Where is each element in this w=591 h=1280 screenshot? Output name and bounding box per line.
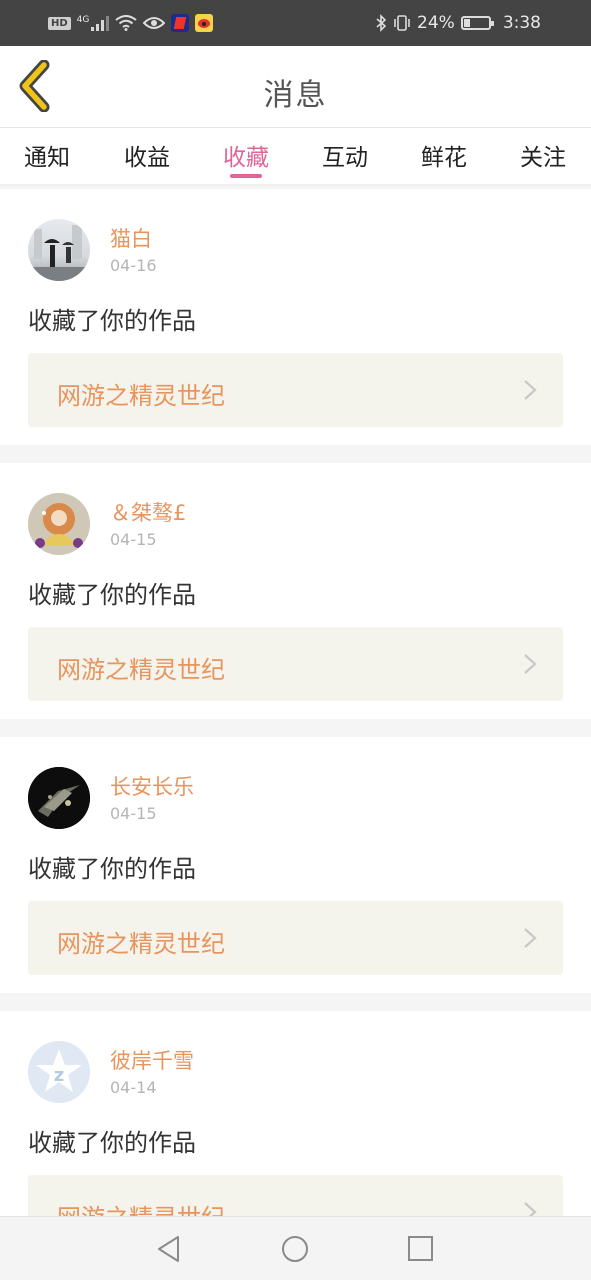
action-text: 收藏了你的作品 — [28, 1129, 196, 1157]
system-nav-bar — [0, 1216, 591, 1280]
tab-favorites[interactable]: 收藏 — [206, 138, 286, 172]
timestamp: 04-16 — [110, 256, 157, 275]
username[interactable]: 长安长乐 — [110, 771, 194, 801]
nav-home-button[interactable] — [279, 1233, 311, 1265]
nav-back-button[interactable] — [153, 1233, 185, 1265]
tab-following[interactable]: 关注 — [503, 138, 583, 172]
message-card: ＆桀骜£ 04-15 收藏了你的作品 网游之精灵世纪 — [0, 463, 591, 719]
avatar[interactable] — [28, 219, 90, 281]
tab-notifications[interactable]: 通知 — [7, 138, 87, 172]
battery-icon — [460, 16, 494, 30]
tab-flowers[interactable]: 鲜花 — [404, 138, 484, 172]
nav-back-icon — [158, 1236, 179, 1262]
bluetooth-icon — [376, 14, 387, 32]
chevron-right-icon — [524, 928, 537, 948]
tab-interactions[interactable]: 互动 — [305, 138, 385, 172]
work-title: 网游之精灵世纪 — [57, 930, 225, 958]
work-title: 网游之精灵世纪 — [57, 382, 225, 410]
avatar[interactable]: z — [28, 1041, 90, 1103]
network-label: 4G — [76, 15, 90, 25]
message-card: 长安长乐 04-15 收藏了你的作品 网游之精灵世纪 — [0, 737, 591, 993]
avatar[interactable] — [28, 493, 90, 555]
username[interactable]: 彼岸千雪 — [110, 1045, 194, 1075]
username[interactable]: ＆桀骜£ — [110, 497, 186, 527]
action-text: 收藏了你的作品 — [28, 307, 196, 335]
chevron-right-icon — [524, 654, 537, 674]
work-link[interactable]: 网游之精灵世纪 — [28, 627, 563, 701]
app-icon — [171, 14, 190, 32]
page-title: 消息 — [263, 78, 328, 113]
nav-home-icon — [282, 1236, 308, 1262]
work-link[interactable]: 网游之精灵世纪 — [28, 901, 563, 975]
eye-icon — [143, 17, 166, 29]
action-text: 收藏了你的作品 — [28, 581, 196, 609]
tab-earnings[interactable]: 收益 — [107, 138, 187, 172]
chevron-right-icon — [524, 380, 537, 400]
timestamp: 04-15 — [110, 804, 157, 823]
work-link[interactable]: 网游之精灵世纪 — [28, 353, 563, 427]
tab-bar: 通知 收益 收藏 互动 鲜花 关注 — [0, 128, 591, 186]
nav-recents-button[interactable] — [405, 1233, 437, 1265]
hd-icon: HD — [48, 16, 71, 30]
clock: 3:38 — [502, 13, 541, 33]
message-card: 猫白 04-16 收藏了你的作品 网游之精灵世纪 — [0, 189, 591, 445]
wifi-icon — [115, 15, 137, 31]
status-bar: HD 4G 24% 3:38 — [0, 0, 591, 46]
action-text: 收藏了你的作品 — [28, 855, 196, 883]
weibo-icon — [195, 14, 214, 32]
avatar[interactable] — [28, 767, 90, 829]
username[interactable]: 猫白 — [110, 223, 152, 253]
signal-4g-icon: 4G — [77, 15, 110, 31]
header: 消息 — [0, 46, 591, 128]
nav-recents-icon — [408, 1236, 433, 1261]
active-tab-indicator — [230, 174, 262, 178]
battery-percent: 24% — [417, 13, 455, 33]
timestamp: 04-15 — [110, 530, 157, 549]
vibrate-icon — [394, 15, 410, 31]
work-title: 网游之精灵世纪 — [57, 656, 225, 684]
svg-text:z: z — [54, 1065, 64, 1086]
timestamp: 04-14 — [110, 1078, 157, 1097]
